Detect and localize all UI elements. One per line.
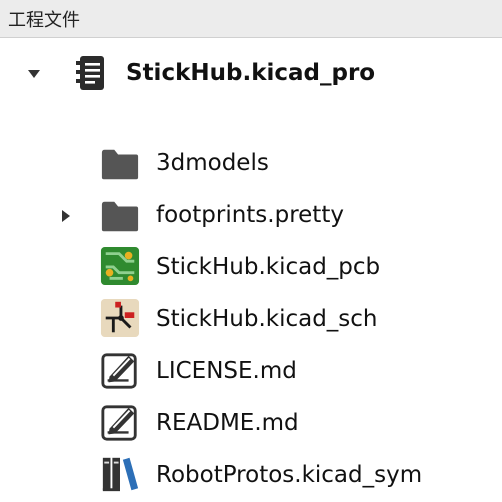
tree-item-license-md[interactable]: LICENSE.md — [0, 346, 502, 398]
text-file-icon — [100, 402, 140, 442]
folder-icon — [100, 144, 140, 184]
tree-item-project[interactable]: StickHub.kicad_pro — [0, 48, 502, 100]
panel-title: 工程文件 — [8, 9, 80, 31]
text-file-icon — [100, 350, 140, 390]
tree-item-label: StickHub.kicad_sch — [156, 306, 378, 332]
project-file-icon — [70, 54, 110, 94]
symbol-library-icon — [100, 454, 140, 494]
schematic-file-icon — [100, 298, 140, 338]
chevron-down-icon[interactable] — [24, 64, 44, 84]
chevron-right-icon[interactable] — [56, 206, 76, 226]
tree-item-label: footprints.pretty — [156, 202, 344, 228]
tree-item-label: LICENSE.md — [156, 358, 297, 384]
tree-item-label: StickHub.kicad_pcb — [156, 254, 381, 280]
project-files-panel: 工程文件 StickHub.kicad_pro 3dmodels footpri… — [0, 0, 502, 492]
tree-item-kicad-sym[interactable]: RobotProtos.kicad_sym — [0, 450, 502, 502]
tree-item-footprints-pretty[interactable]: footprints.pretty — [0, 190, 502, 242]
tree-item-readme-md[interactable]: README.md — [0, 398, 502, 450]
pcb-file-icon — [100, 246, 140, 286]
tree-item-kicad-sch[interactable]: StickHub.kicad_sch — [0, 294, 502, 346]
folder-icon — [100, 196, 140, 236]
tree-item-3dmodels[interactable]: 3dmodels — [0, 138, 502, 190]
tree-item-label: RobotProtos.kicad_sym — [156, 462, 423, 488]
tree-item-label: README.md — [156, 410, 299, 436]
tree-item-kicad-pcb[interactable]: StickHub.kicad_pcb — [0, 242, 502, 294]
tree-item-label: 3dmodels — [156, 150, 269, 176]
project-name: StickHub.kicad_pro — [126, 60, 376, 86]
panel-header: 工程文件 — [0, 0, 502, 38]
